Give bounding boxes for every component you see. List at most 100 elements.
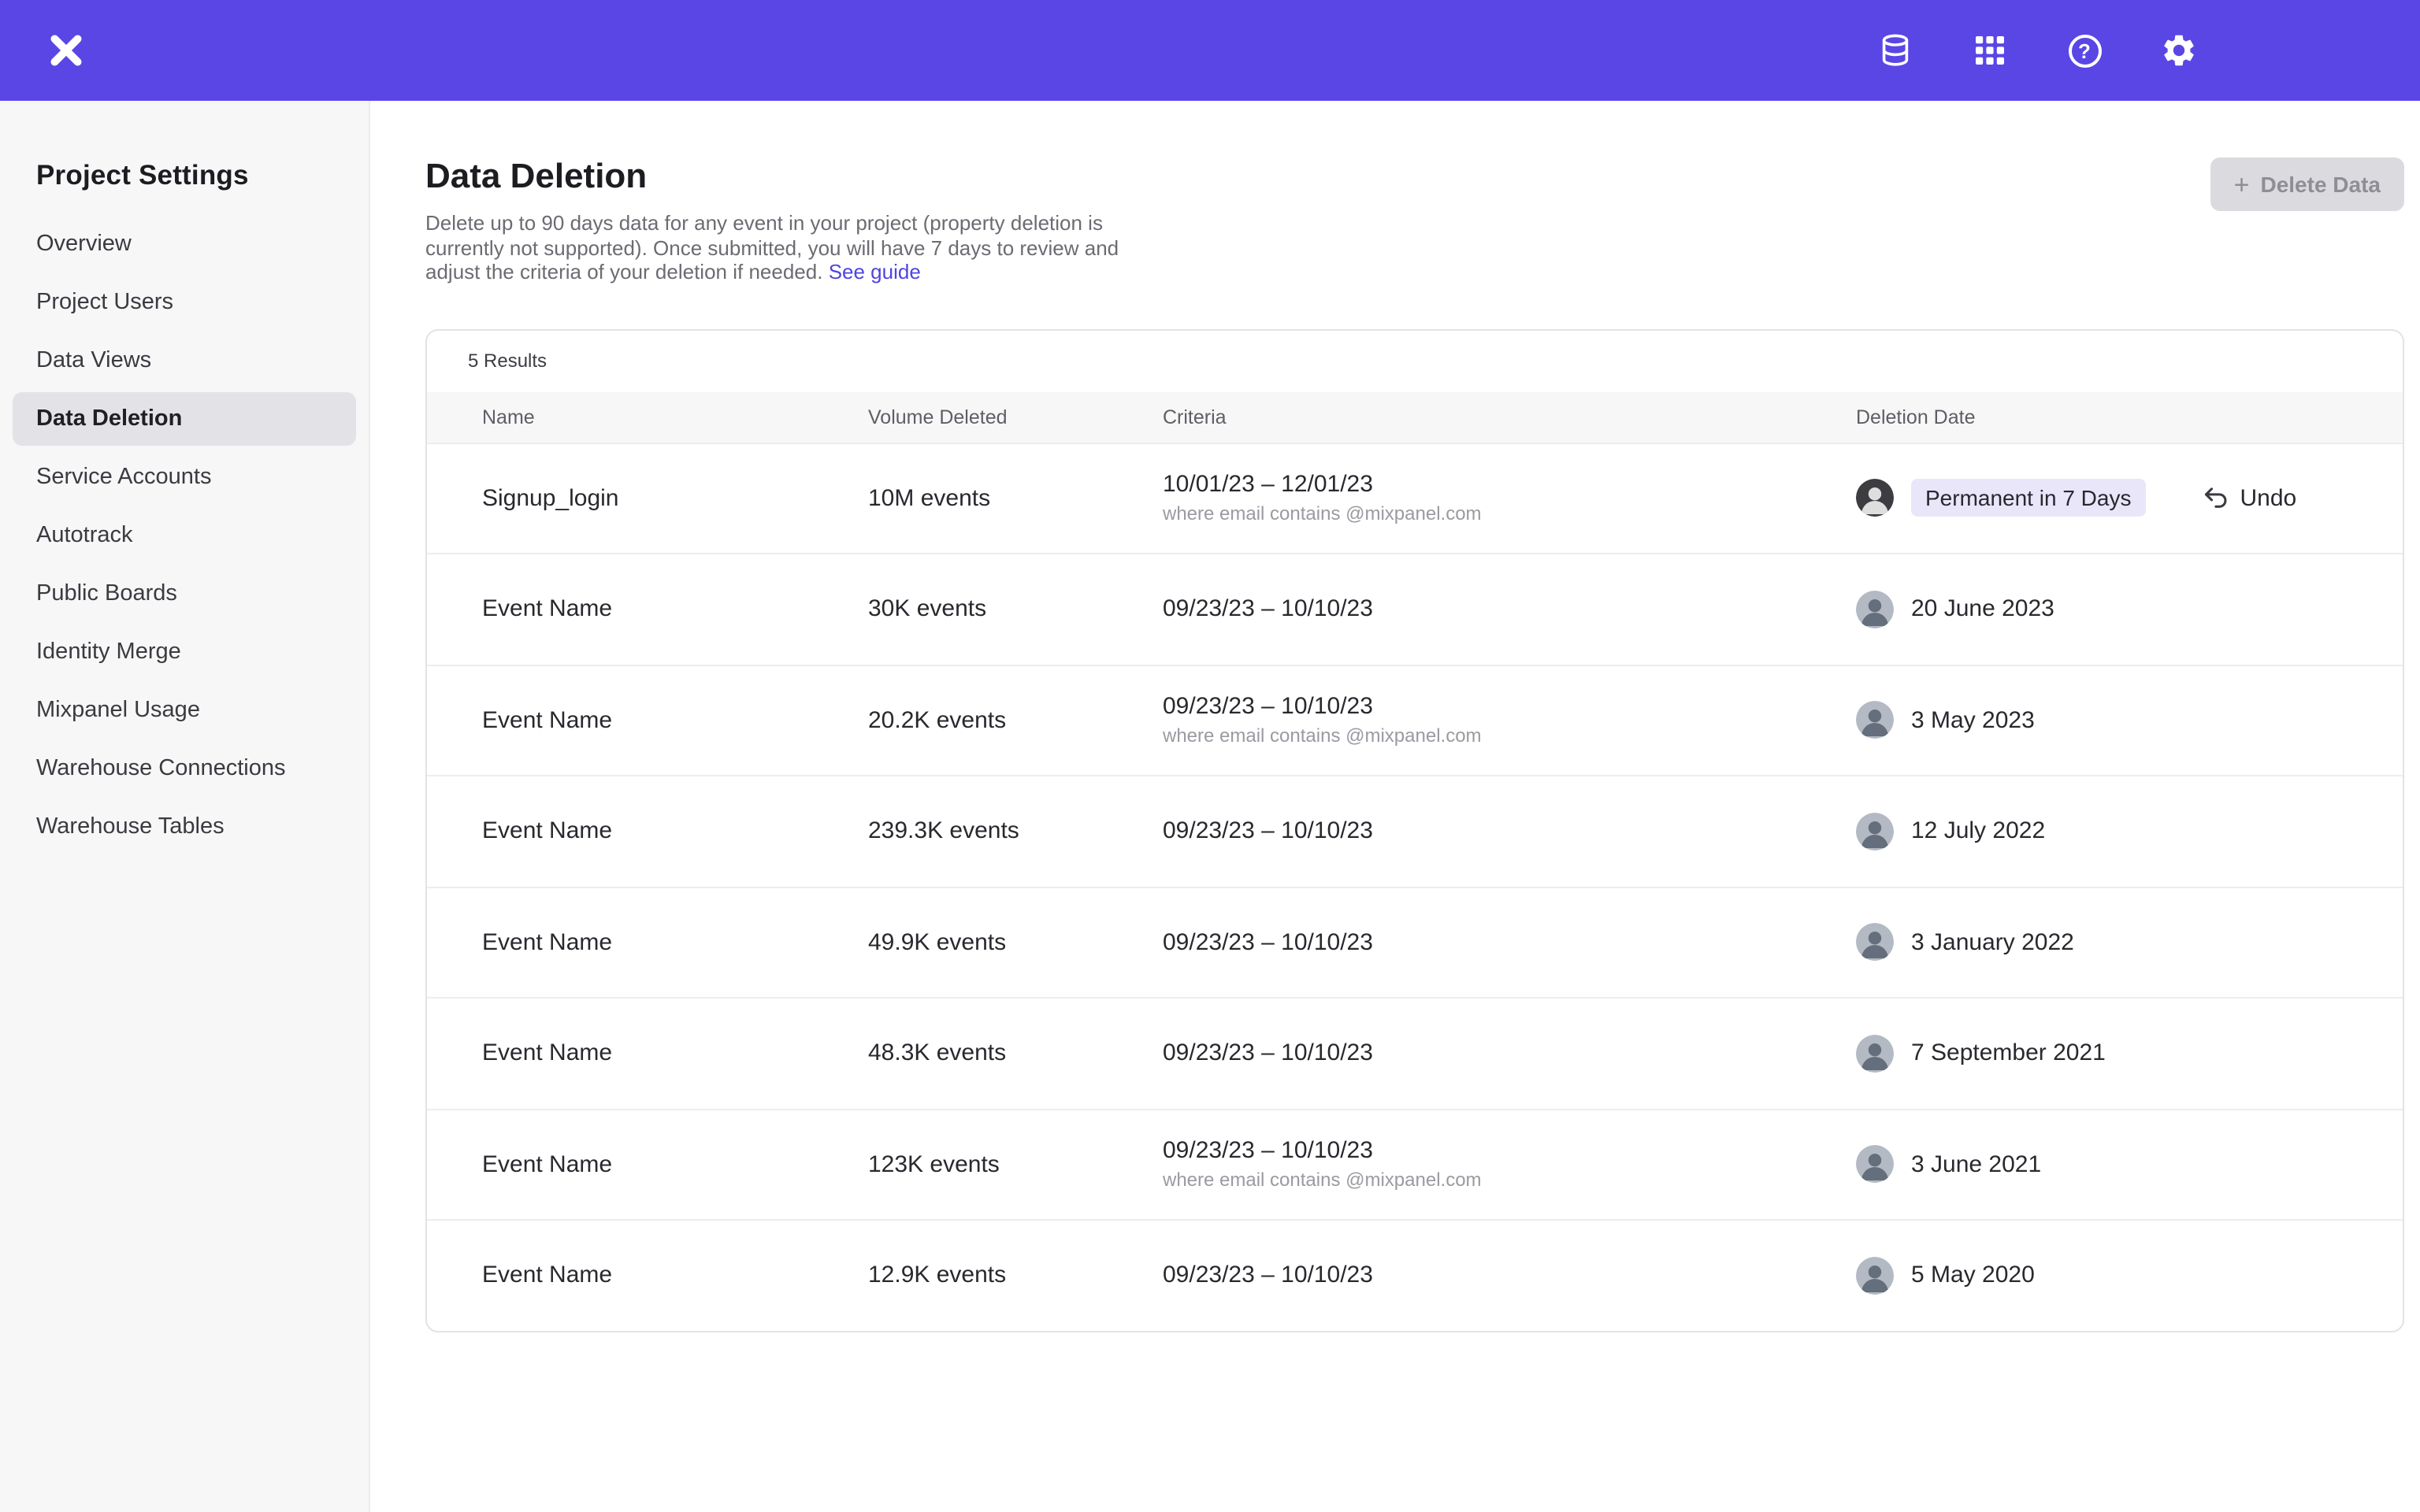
row-name: Event Name: [482, 818, 868, 845]
deletion-table-card: 5 Results Name Volume Deleted Criteria D…: [425, 328, 2404, 1332]
row-criteria: 09/23/23 – 10/10/23: [1163, 1040, 1856, 1067]
sidebar-item-service-accounts[interactable]: Service Accounts: [13, 450, 356, 504]
main-content: Data Deletion Delete up to 90 days data …: [370, 101, 2420, 1512]
page-description: Delete up to 90 days data for any event …: [425, 211, 1138, 284]
apps-grid-icon[interactable]: [1969, 30, 2010, 71]
row-criteria: 09/23/23 – 10/10/23: [1163, 596, 1856, 623]
table-row: Event Name 48.3K events 09/23/23 – 10/10…: [427, 997, 2403, 1108]
sidebar-item-data-deletion[interactable]: Data Deletion: [13, 392, 356, 446]
column-header-deletion-date: Deletion Date: [1856, 406, 2403, 428]
sidebar-nav: Overview Project Users Data Views Data D…: [0, 217, 369, 854]
row-deletion-date: 3 June 2021: [1856, 1146, 2403, 1184]
column-header-name: Name: [482, 406, 868, 428]
row-deletion-date: 7 September 2021: [1856, 1035, 2403, 1073]
undo-button[interactable]: Undo: [2200, 484, 2296, 513]
row-criteria-filter: where email contains @mixpanel.com: [1163, 503, 1856, 525]
row-volume: 123K events: [868, 1151, 1163, 1178]
row-volume: 12.9K events: [868, 1262, 1163, 1289]
row-volume: 49.9K events: [868, 929, 1163, 956]
row-volume: 10M events: [868, 485, 1163, 512]
deletion-date-text: 3 June 2021: [1911, 1151, 2041, 1178]
row-name: Event Name: [482, 1151, 868, 1178]
column-header-volume: Volume Deleted: [868, 406, 1163, 428]
see-guide-link[interactable]: See guide: [829, 260, 921, 284]
table-row: Event Name 30K events 09/23/23 – 10/10/2…: [427, 553, 2403, 664]
sidebar-item-label: Warehouse Tables: [36, 814, 225, 839]
user-avatar: [1856, 1146, 1894, 1184]
column-header-criteria: Criteria: [1163, 406, 1856, 428]
sidebar-item-public-boards[interactable]: Public Boards: [13, 567, 356, 621]
user-avatar: [1856, 924, 1894, 962]
row-criteria: 09/23/23 – 10/10/23: [1163, 1262, 1856, 1289]
table-row: Event Name 123K events 09/23/23 – 10/10/…: [427, 1108, 2403, 1219]
page-title: Data Deletion: [425, 156, 2404, 197]
sidebar-item-label: Service Accounts: [36, 465, 211, 490]
row-criteria-range: 10/01/23 – 12/01/23: [1163, 472, 1856, 498]
row-criteria: 09/23/23 – 10/10/23: [1163, 818, 1856, 845]
row-criteria: 10/01/23 – 12/01/23 where email contains…: [1163, 472, 1856, 525]
sidebar: Project Settings Overview Project Users …: [0, 101, 370, 1512]
sidebar-item-mixpanel-usage[interactable]: Mixpanel Usage: [13, 684, 356, 737]
deletion-date-text: 3 January 2022: [1911, 929, 2074, 956]
row-volume: 48.3K events: [868, 1040, 1163, 1067]
sidebar-item-label: Overview: [36, 232, 132, 257]
mixpanel-logo-mark: [46, 30, 87, 71]
mixpanel-logo[interactable]: [43, 27, 90, 74]
row-name: Event Name: [482, 929, 868, 956]
row-deletion-date: 3 May 2023: [1856, 702, 2403, 739]
user-avatar: [1856, 1257, 1894, 1295]
row-name: Event Name: [482, 1040, 868, 1067]
row-volume: 239.3K events: [868, 818, 1163, 845]
sidebar-item-label: Public Boards: [36, 581, 177, 606]
delete-data-button[interactable]: + Delete Data: [2210, 158, 2404, 211]
deletion-date-text: 3 May 2023: [1911, 707, 2035, 734]
row-volume: 30K events: [868, 596, 1163, 623]
user-avatar: [1856, 813, 1894, 850]
user-avatar: [1856, 591, 1894, 628]
sidebar-item-identity-merge[interactable]: Identity Merge: [13, 625, 356, 679]
sidebar-item-label: Data Deletion: [36, 406, 182, 432]
results-count-label: 5 Results: [468, 350, 547, 372]
settings-gear-icon[interactable]: [2158, 30, 2199, 71]
undo-label: Undo: [2240, 485, 2296, 512]
row-criteria-range: 09/23/23 – 10/10/23: [1163, 1040, 1856, 1067]
help-glyph: ?: [2068, 34, 2101, 67]
table-row: Event Name 12.9K events 09/23/23 – 10/10…: [427, 1219, 2403, 1330]
row-criteria: 09/23/23 – 10/10/23 where email contains…: [1163, 694, 1856, 747]
sidebar-item-data-views[interactable]: Data Views: [13, 334, 356, 387]
deletion-date-text: Permanent in 7 Days: [1911, 480, 2145, 517]
row-criteria-range: 09/23/23 – 10/10/23: [1163, 1138, 1856, 1165]
row-criteria-filter: where email contains @mixpanel.com: [1163, 725, 1856, 747]
sidebar-item-autotrack[interactable]: Autotrack: [13, 509, 356, 562]
row-criteria-range: 09/23/23 – 10/10/23: [1163, 694, 1856, 721]
sidebar-item-project-users[interactable]: Project Users: [13, 276, 356, 329]
row-criteria-range: 09/23/23 – 10/10/23: [1163, 929, 1856, 956]
row-deletion-date: 12 July 2022: [1856, 813, 2403, 850]
row-name: Event Name: [482, 707, 868, 734]
row-name: Signup_login: [482, 485, 868, 512]
help-icon[interactable]: ?: [2064, 30, 2105, 71]
row-deletion-date: 3 January 2022: [1856, 924, 2403, 962]
data-management-icon[interactable]: [1875, 30, 1916, 71]
row-criteria: 09/23/23 – 10/10/23 where email contains…: [1163, 1138, 1856, 1191]
row-volume: 20.2K events: [868, 707, 1163, 734]
sidebar-item-warehouse-tables[interactable]: Warehouse Tables: [13, 800, 356, 854]
plus-icon: +: [2234, 171, 2250, 198]
sidebar-item-overview[interactable]: Overview: [13, 217, 356, 271]
user-avatar: [1856, 480, 1894, 517]
page-description-text: Delete up to 90 days data for any event …: [425, 211, 1119, 284]
deletion-date-text: 7 September 2021: [1911, 1040, 2106, 1067]
row-deletion-date: 20 June 2023: [1856, 591, 2403, 628]
main-header: Data Deletion Delete up to 90 days data …: [370, 101, 2420, 284]
sidebar-title: Project Settings: [36, 159, 369, 192]
delete-data-label: Delete Data: [2260, 172, 2381, 197]
sidebar-item-label: Mixpanel Usage: [36, 698, 200, 723]
deletion-date-text: 12 July 2022: [1911, 818, 2045, 845]
row-name: Event Name: [482, 596, 868, 623]
table-row: Signup_login 10M events 10/01/23 – 12/01…: [427, 442, 2403, 553]
deletion-date-text: 20 June 2023: [1911, 596, 2054, 623]
sidebar-item-warehouse-connections[interactable]: Warehouse Connections: [13, 742, 356, 795]
table-row: Event Name 49.9K events 09/23/23 – 10/10…: [427, 886, 2403, 997]
user-avatar: [1856, 1035, 1894, 1073]
app-root: ? Project Settings Overview Project User…: [0, 0, 2420, 1512]
